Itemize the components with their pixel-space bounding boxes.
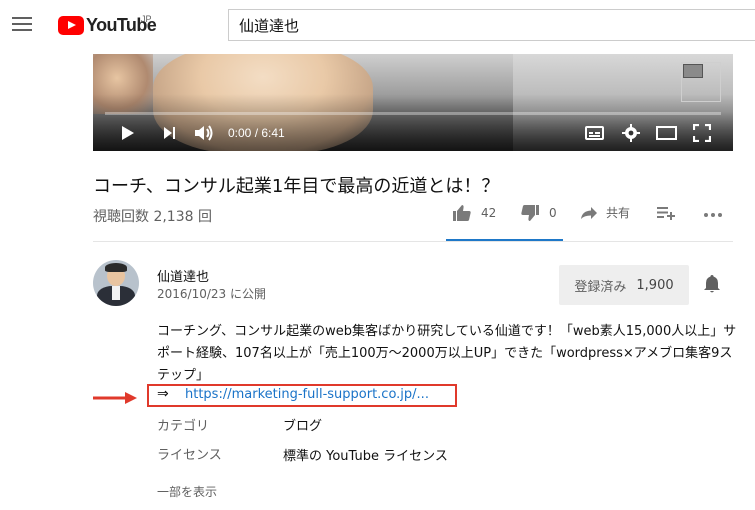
time-display: 0:00 / 6:41 — [228, 126, 285, 140]
play-icon[interactable] — [121, 125, 135, 141]
theater-mode-icon[interactable] — [656, 126, 677, 140]
menu-icon[interactable] — [12, 17, 32, 33]
volume-icon[interactable] — [194, 124, 214, 142]
fullscreen-icon[interactable] — [693, 124, 711, 142]
like-count: 42 — [481, 206, 497, 220]
add-to-playlist-icon — [657, 207, 675, 220]
subscriber-count: 1,900 — [636, 277, 674, 293]
like-button[interactable]: 42 — [452, 204, 496, 222]
description-link[interactable]: https://marketing-full-support.co.jp/... — [185, 387, 429, 402]
broken-image-icon — [683, 64, 703, 78]
subtitles-icon[interactable] — [585, 126, 604, 140]
dislike-count: 0 — [549, 206, 557, 220]
share-button[interactable]: 共有 — [580, 204, 630, 221]
share-label: 共有 — [606, 206, 631, 220]
settings-gear-icon[interactable] — [622, 124, 640, 142]
more-actions-button[interactable] — [704, 213, 722, 217]
video-title: コーチ、コンサル起業1年目で最高の近道とは！？ — [93, 176, 500, 197]
channel-name[interactable]: 仙道達也 — [157, 266, 209, 285]
divider — [93, 241, 733, 242]
next-icon[interactable] — [163, 126, 176, 140]
notification-bell-icon[interactable] — [703, 274, 721, 294]
license-key: ライセンス — [157, 448, 222, 463]
thumbs-down-icon — [521, 205, 539, 221]
channel-avatar[interactable] — [93, 260, 139, 306]
dislike-button[interactable]: 0 — [520, 204, 557, 222]
red-arrow-icon — [93, 392, 137, 404]
view-count: 視聴回数 2,138 回 — [93, 209, 212, 225]
link-arrow: ⇒ — [157, 386, 169, 402]
logo-region: JP — [141, 14, 152, 24]
progress-bar[interactable] — [105, 112, 721, 115]
category-value[interactable]: ブログ — [283, 415, 322, 434]
publish-date: 2016/10/23 に公開 — [157, 287, 266, 301]
share-icon — [581, 206, 597, 219]
license-value: 標準の YouTube ライセンス — [283, 449, 448, 464]
more-icon — [704, 213, 722, 217]
category-key: カテゴリ — [157, 419, 210, 434]
subscribe-label: 登録済み — [574, 279, 627, 295]
search-input[interactable]: 仙道達也 — [228, 9, 755, 41]
video-description: コーチング、コンサル起業のweb集客ばかり研究している仙道です！「web素人15… — [157, 324, 737, 383]
thumbs-up-icon — [453, 205, 471, 221]
masthead: YouTube JP 仙道達也 — [0, 0, 755, 52]
video-player[interactable]: 0:00 / 6:41 — [93, 54, 733, 151]
save-to-playlist-button[interactable] — [657, 206, 675, 220]
play-logo-icon — [58, 15, 84, 35]
subscribe-button[interactable]: 登録済み 1,900 — [559, 265, 689, 305]
show-less-button[interactable]: 一部を表示 — [157, 483, 217, 500]
